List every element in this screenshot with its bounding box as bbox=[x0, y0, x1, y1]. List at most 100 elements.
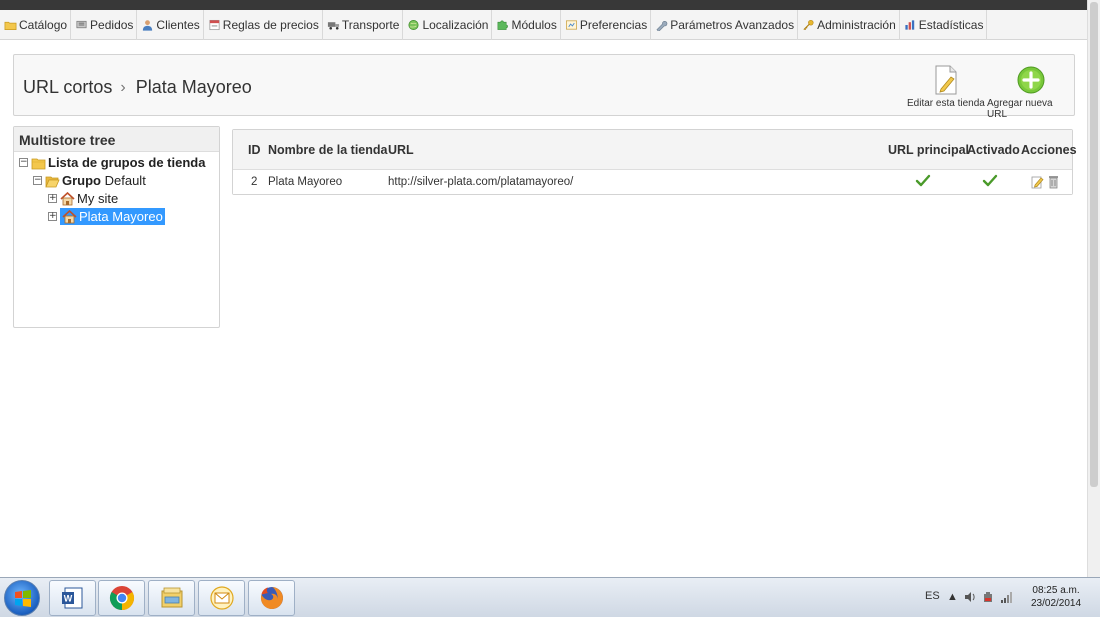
tree-shop-label: Plata Mayoreo bbox=[79, 209, 163, 224]
tree-shop-label: My site bbox=[77, 191, 119, 206]
menu-localizacion[interactable]: Localización bbox=[403, 9, 493, 40]
main-menu-bar: Catálogo Pedidos Clientes Reglas de prec… bbox=[0, 9, 1087, 40]
tree-title: Multistore tree bbox=[14, 127, 219, 152]
column-header-url[interactable]: URL bbox=[388, 143, 414, 157]
wrench-icon bbox=[656, 20, 668, 31]
puzzle-icon bbox=[498, 20, 509, 30]
menu-label: Estadísticas bbox=[918, 17, 984, 32]
language-indicator[interactable]: ES bbox=[925, 590, 940, 602]
tree-shop-node[interactable]: + My site bbox=[48, 191, 118, 206]
globe-icon bbox=[408, 19, 419, 30]
scrollbar-thumb[interactable] bbox=[1090, 2, 1098, 487]
collapse-icon[interactable]: − bbox=[33, 176, 42, 185]
bar-chart-icon bbox=[905, 19, 914, 30]
system-clock[interactable]: 08:25 a.m. 23/02/2014 bbox=[1031, 584, 1081, 610]
firefox-icon bbox=[260, 587, 283, 609]
menu-administracion[interactable]: Administración bbox=[798, 9, 900, 40]
price-rules-icon bbox=[209, 19, 220, 30]
menu-reglas-precios[interactable]: Reglas de precios bbox=[204, 9, 323, 40]
shop-icon bbox=[62, 209, 77, 223]
truck-icon bbox=[327, 21, 339, 30]
column-header-main-url[interactable]: URL principal bbox=[888, 143, 969, 157]
network-signal-icon[interactable] bbox=[1000, 591, 1014, 603]
taskbar-app-chrome[interactable] bbox=[98, 580, 145, 616]
expand-icon[interactable]: + bbox=[48, 194, 57, 203]
menu-modulos[interactable]: Módulos bbox=[492, 9, 561, 40]
menu-pedidos[interactable]: Pedidos bbox=[71, 9, 138, 40]
taskbar-app-file-explorer[interactable] bbox=[148, 580, 195, 616]
menu-label: Reglas de precios bbox=[222, 17, 319, 32]
cell-id: 2 bbox=[251, 176, 258, 188]
expand-icon[interactable]: + bbox=[48, 212, 57, 221]
menu-label: Localización bbox=[422, 17, 489, 32]
top-strip bbox=[0, 0, 1087, 10]
cell-url[interactable]: http://silver-plata.com/platamayoreo/ bbox=[388, 176, 573, 188]
edit-document-icon bbox=[935, 65, 957, 95]
menu-label: Parámetros Avanzados bbox=[670, 17, 795, 32]
check-icon[interactable] bbox=[982, 174, 998, 188]
menu-parametros-avanzados[interactable]: Parámetros Avanzados bbox=[651, 9, 799, 40]
taskbar-app-outlook[interactable] bbox=[198, 580, 245, 616]
column-header-id[interactable]: ID bbox=[248, 143, 261, 157]
windows-taskbar: W ES ▲ 08:25 a.m. 23/02/2014 bbox=[0, 577, 1100, 617]
collapse-icon[interactable]: − bbox=[19, 158, 28, 167]
show-hidden-icons-icon[interactable]: ▲ bbox=[947, 591, 958, 603]
folder-icon bbox=[31, 158, 46, 169]
table-row[interactable]: 2 Plata Mayoreo http://silver-plata.com/… bbox=[233, 170, 1072, 194]
file-explorer-icon bbox=[161, 587, 182, 608]
menu-preferencias[interactable]: Preferencias bbox=[561, 9, 652, 40]
power-icon[interactable] bbox=[982, 591, 994, 603]
menu-catalogo[interactable]: Catálogo bbox=[0, 9, 72, 40]
menu-label: Clientes bbox=[156, 17, 200, 32]
key-icon bbox=[803, 19, 814, 30]
tree-group-label-bold: Grupo bbox=[62, 173, 101, 188]
volume-icon[interactable] bbox=[964, 591, 976, 603]
breadcrumb: URL cortos › Plata Mayoreo bbox=[23, 77, 252, 98]
browser-window: Catálogo Pedidos Clientes Reglas de prec… bbox=[0, 0, 1100, 617]
menu-label: Pedidos bbox=[90, 17, 134, 32]
menu-label: Preferencias bbox=[579, 17, 648, 32]
taskbar-app-word[interactable]: W bbox=[49, 580, 96, 616]
add-url-label: Agregar nueva URL bbox=[987, 98, 1053, 120]
vertical-scrollbar[interactable] bbox=[1087, 0, 1100, 577]
tree-shop-node-selected[interactable]: + Plata Mayoreo bbox=[48, 208, 165, 225]
add-circle-icon bbox=[1017, 66, 1044, 94]
menu-clientes[interactable]: Clientes bbox=[137, 9, 204, 40]
column-header-shop-name[interactable]: Nombre de la tienda bbox=[268, 143, 387, 157]
tree-root-node[interactable]: − Lista de grupos de tienda bbox=[19, 155, 205, 170]
open-folder-icon bbox=[45, 176, 60, 187]
chrome-icon bbox=[109, 586, 134, 610]
tree-root-label: Lista de grupos de tienda bbox=[48, 155, 206, 170]
user-icon bbox=[143, 19, 153, 31]
delete-icon[interactable] bbox=[1048, 175, 1059, 189]
edit-store-label: Editar esta tienda bbox=[907, 98, 985, 109]
cart-icon bbox=[76, 20, 87, 28]
word-icon: W bbox=[61, 587, 82, 609]
menu-label: Administración bbox=[817, 17, 896, 32]
breadcrumb-current: Plata Mayoreo bbox=[135, 77, 252, 97]
folder-icon bbox=[4, 21, 17, 30]
clock-time: 08:25 a.m. bbox=[1032, 585, 1080, 596]
edit-store-button[interactable]: Editar esta tienda bbox=[907, 65, 985, 109]
clock-date: 23/02/2014 bbox=[1031, 598, 1082, 609]
check-icon[interactable] bbox=[915, 174, 931, 188]
menu-estadisticas[interactable]: Estadísticas bbox=[900, 9, 988, 40]
menu-transporte[interactable]: Transporte bbox=[323, 9, 404, 40]
menu-label: Transporte bbox=[341, 17, 400, 32]
system-tray: ▲ bbox=[947, 591, 1014, 603]
selected-shop-highlight[interactable]: Plata Mayoreo bbox=[60, 208, 165, 225]
add-url-button[interactable]: Agregar nueva URL bbox=[987, 65, 1074, 120]
taskbar-app-firefox[interactable] bbox=[248, 580, 295, 616]
start-button[interactable] bbox=[4, 580, 40, 616]
preferences-icon bbox=[565, 19, 577, 30]
column-header-active[interactable]: Activado bbox=[967, 143, 1020, 157]
windows-logo-icon bbox=[15, 590, 31, 607]
edit-icon[interactable] bbox=[1031, 175, 1044, 189]
tree-group-label-rest: Default bbox=[101, 173, 146, 188]
tree-group-node[interactable]: − Grupo Default bbox=[33, 173, 146, 188]
outlook-icon bbox=[209, 586, 234, 610]
svg-text:W: W bbox=[63, 594, 72, 604]
breadcrumb-parent[interactable]: URL cortos bbox=[23, 77, 112, 98]
cell-shop-name: Plata Mayoreo bbox=[268, 176, 343, 188]
multistore-tree-panel: Multistore tree − Lista de grupos de tie… bbox=[13, 126, 220, 328]
